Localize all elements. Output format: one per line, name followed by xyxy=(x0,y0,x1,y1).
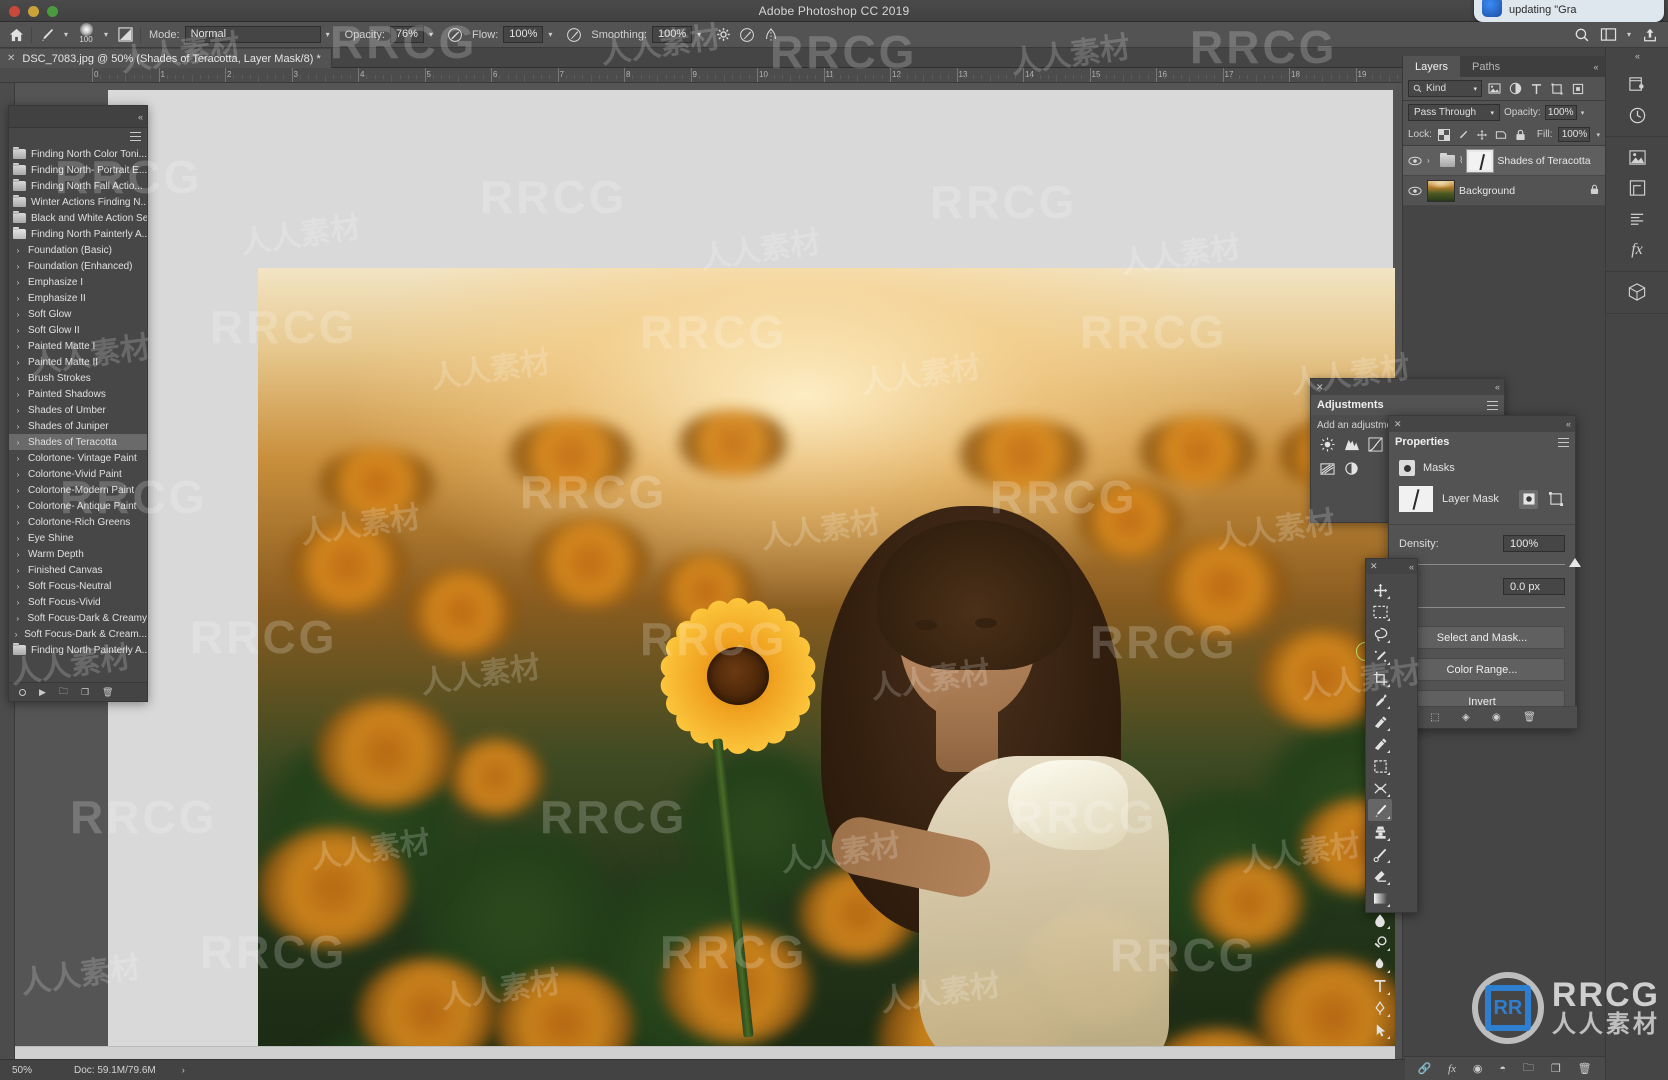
watermark-text: 人人素材 xyxy=(858,350,983,401)
watermark-text: 人人素材 xyxy=(1288,350,1413,401)
watermark-text: RRCG xyxy=(520,466,668,518)
rrcg-logo: RR RRCG 人人素材 xyxy=(1471,972,1660,1044)
watermark-text: RRCG xyxy=(640,613,788,665)
watermark-text: 人人素材 xyxy=(418,650,543,701)
watermark-text: RRCG xyxy=(1010,791,1158,843)
watermark-text: RRCG xyxy=(210,301,358,353)
watermark-text: 人人素材 xyxy=(1213,505,1338,556)
watermark-text: RRCG xyxy=(1110,929,1258,981)
watermark-text: 人人素材 xyxy=(778,828,903,879)
watermark-text: RRCG xyxy=(540,791,688,843)
watermark-text: 人人素材 xyxy=(438,965,563,1016)
watermark-text: 人人素材 xyxy=(28,330,153,381)
watermark-text: 人人素材 xyxy=(18,950,143,1001)
watermark-text: 人人素材 xyxy=(1118,230,1243,281)
watermark-text: 人人素材 xyxy=(758,505,883,556)
watermark-text: RRCG xyxy=(200,926,348,978)
brand-subtitle: 人人素材 xyxy=(1551,1011,1660,1038)
watermark-text: 人人素材 xyxy=(1008,30,1133,81)
watermark-text: RRCG xyxy=(990,471,1138,523)
watermark-text: 人人素材 xyxy=(868,655,993,706)
rrcg-monogram: RR xyxy=(1484,985,1531,1031)
watermark-text: RRCG xyxy=(930,176,1078,228)
watermark-text: RRCG xyxy=(60,471,208,523)
watermark-text: 人人素材 xyxy=(118,28,243,79)
watermark-text: RRCG xyxy=(480,171,628,223)
watermark-text: 人人素材 xyxy=(698,225,823,276)
watermark-text: 人人素材 xyxy=(598,20,723,71)
watermark-layer: 人人素材 RRCG 人人素材 RRCG 人人素材 RRCG RRCG 人人素材 RRCG 人人素材… xyxy=(0,0,1668,1080)
watermark-text: RRCG xyxy=(330,16,478,68)
watermark-text: 人人素材 xyxy=(428,345,553,396)
watermark-text: 人人素材 xyxy=(238,210,363,261)
watermark-text: RRCG xyxy=(1090,616,1238,668)
brand-name: RRCG xyxy=(1551,976,1660,1014)
rrcg-mark-icon: RR xyxy=(1471,972,1544,1044)
watermark-text: 人人素材 xyxy=(298,500,423,551)
watermark-text: 人人素材 xyxy=(1298,655,1423,706)
watermark-text: 人人素材 xyxy=(1238,828,1363,879)
watermark-text: RRCG xyxy=(640,306,788,358)
watermark-text: RRCG xyxy=(1080,306,1228,358)
photoshop-window: Adobe Photoshop CC 2019 updating "Gra ▾ … xyxy=(0,0,1668,1080)
watermark-text: 人人素材 xyxy=(308,825,433,876)
watermark-text: RRCG xyxy=(190,611,338,663)
watermark-text: 人人素材 xyxy=(8,640,133,691)
watermark-text: RRCG xyxy=(770,26,918,78)
watermark-text: RRCG xyxy=(1190,21,1338,73)
watermark-text: RRCG xyxy=(660,926,808,978)
watermark-text: RRCG xyxy=(55,151,203,203)
watermark-text: RRCG xyxy=(70,791,218,843)
watermark-text: 人人素材 xyxy=(878,968,1003,1019)
